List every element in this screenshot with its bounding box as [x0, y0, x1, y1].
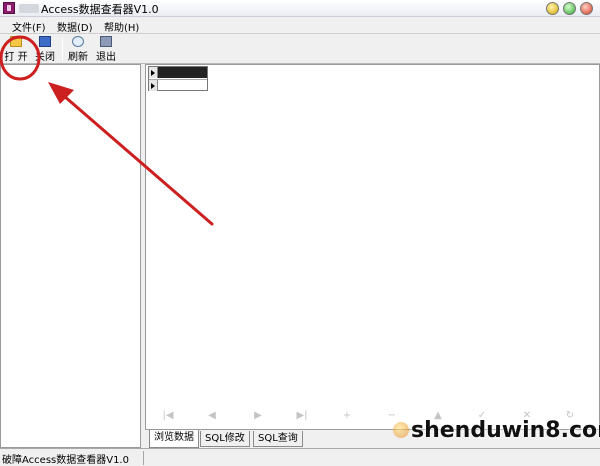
- first-record-icon[interactable]: |◀: [161, 409, 175, 423]
- close-window-button[interactable]: [580, 2, 593, 15]
- grid-row-selected[interactable]: [149, 67, 207, 78]
- title-bar: Access数据查看器V1.0: [0, 0, 600, 17]
- app-icon: [3, 2, 15, 14]
- open-button[interactable]: 打 开: [3, 36, 29, 63]
- exit-button[interactable]: 退出: [95, 36, 117, 63]
- data-grid-panel[interactable]: [145, 64, 600, 430]
- exit-door-icon: [100, 36, 112, 47]
- insert-record-icon[interactable]: +: [340, 409, 354, 423]
- watermark-logo: [393, 422, 409, 438]
- menu-bar: 文件(F) 数据(D) 帮助(H): [0, 17, 600, 34]
- refresh-icon: [72, 36, 84, 47]
- close-db-button[interactable]: 关闭: [34, 36, 56, 63]
- window-title: Access数据查看器V1.0: [41, 3, 159, 16]
- folder-open-icon: [10, 36, 22, 47]
- toolbar: 打 开 关闭 刷新 退出: [0, 34, 600, 64]
- maximize-button[interactable]: [563, 2, 576, 15]
- table-tree-panel[interactable]: [0, 64, 141, 448]
- minimize-button[interactable]: [546, 2, 559, 15]
- title-redacted-prefix: [19, 4, 39, 13]
- menu-help[interactable]: 帮助(H): [104, 19, 139, 34]
- menu-data[interactable]: 数据(D): [57, 19, 93, 34]
- grid-row-new[interactable]: [149, 79, 207, 91]
- next-record-icon[interactable]: ▶: [251, 409, 265, 423]
- prior-record-icon[interactable]: ◀: [205, 409, 219, 423]
- refresh-label: 刷新: [68, 52, 88, 63]
- open-label: 打 开: [4, 52, 28, 63]
- status-separator: [143, 451, 144, 465]
- close-db-icon: [39, 36, 51, 47]
- status-text: 破障Access数据查看器V1.0: [2, 455, 129, 466]
- exit-label: 退出: [96, 52, 116, 63]
- close-label: 关闭: [35, 52, 55, 63]
- row-indicator-icon: [149, 80, 158, 91]
- tab-browse-data[interactable]: 浏览数据: [149, 430, 199, 448]
- toolbar-separator: [62, 37, 63, 61]
- row-indicator-icon: [149, 67, 158, 78]
- tab-sql-modify[interactable]: SQL修改: [200, 431, 250, 447]
- data-grid[interactable]: [148, 66, 208, 91]
- tab-sql-query[interactable]: SQL查询: [253, 431, 303, 447]
- site-watermark: shenduwin8.com: [393, 416, 600, 462]
- last-record-icon[interactable]: ▶|: [295, 409, 309, 423]
- menu-file[interactable]: 文件(F): [12, 19, 46, 34]
- watermark-domain: shenduwin8.com: [411, 418, 600, 443]
- refresh-button[interactable]: 刷新: [67, 36, 89, 63]
